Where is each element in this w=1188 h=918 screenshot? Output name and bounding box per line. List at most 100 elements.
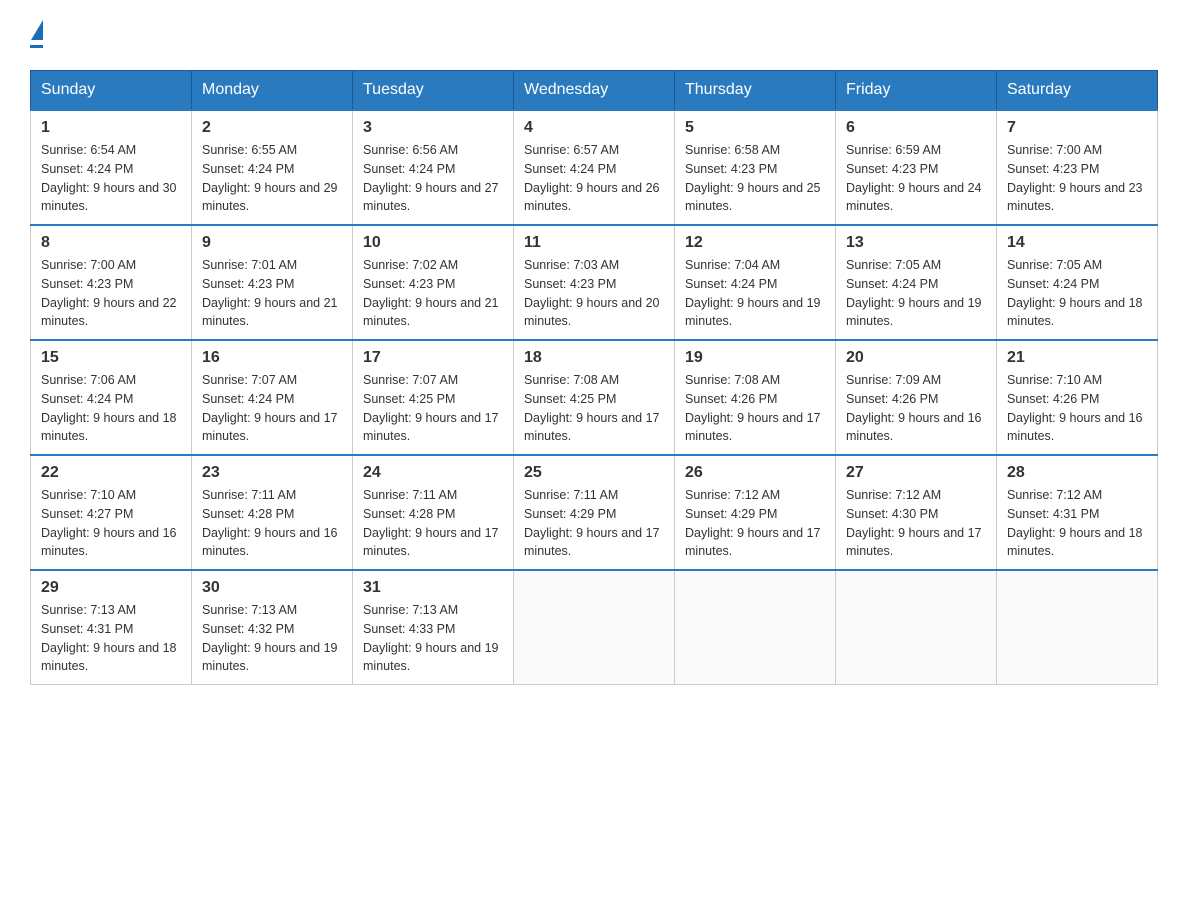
- sunrise-label: Sunrise: 7:11 AM: [202, 488, 296, 502]
- daylight-label: Daylight: 9 hours and 24 minutes.: [846, 181, 982, 214]
- logo: [30, 20, 43, 50]
- table-row: 31 Sunrise: 7:13 AM Sunset: 4:33 PM Dayl…: [353, 570, 514, 685]
- table-row: 7 Sunrise: 7:00 AM Sunset: 4:23 PM Dayli…: [997, 110, 1158, 225]
- table-row: [997, 570, 1158, 685]
- table-row: 28 Sunrise: 7:12 AM Sunset: 4:31 PM Dayl…: [997, 455, 1158, 570]
- col-saturday: Saturday: [997, 71, 1158, 111]
- day-info: Sunrise: 7:02 AM Sunset: 4:23 PM Dayligh…: [363, 256, 503, 331]
- daylight-label: Daylight: 9 hours and 22 minutes.: [41, 296, 177, 329]
- table-row: 6 Sunrise: 6:59 AM Sunset: 4:23 PM Dayli…: [836, 110, 997, 225]
- sunset-label: Sunset: 4:29 PM: [685, 507, 777, 521]
- sunset-label: Sunset: 4:28 PM: [363, 507, 455, 521]
- sunset-label: Sunset: 4:25 PM: [363, 392, 455, 406]
- calendar-week-row: 29 Sunrise: 7:13 AM Sunset: 4:31 PM Dayl…: [31, 570, 1158, 685]
- sunset-label: Sunset: 4:24 PM: [685, 277, 777, 291]
- day-info: Sunrise: 7:12 AM Sunset: 4:31 PM Dayligh…: [1007, 486, 1147, 561]
- day-info: Sunrise: 7:10 AM Sunset: 4:27 PM Dayligh…: [41, 486, 181, 561]
- daylight-label: Daylight: 9 hours and 25 minutes.: [685, 181, 821, 214]
- sunrise-label: Sunrise: 7:13 AM: [363, 603, 458, 617]
- table-row: 18 Sunrise: 7:08 AM Sunset: 4:25 PM Dayl…: [514, 340, 675, 455]
- sunrise-label: Sunrise: 7:01 AM: [202, 258, 297, 272]
- sunset-label: Sunset: 4:32 PM: [202, 622, 294, 636]
- sunset-label: Sunset: 4:31 PM: [41, 622, 133, 636]
- col-sunday: Sunday: [31, 71, 192, 111]
- table-row: [675, 570, 836, 685]
- sunrise-label: Sunrise: 7:00 AM: [41, 258, 136, 272]
- sunrise-label: Sunrise: 7:08 AM: [524, 373, 619, 387]
- sunrise-label: Sunrise: 7:12 AM: [846, 488, 941, 502]
- day-info: Sunrise: 7:10 AM Sunset: 4:26 PM Dayligh…: [1007, 371, 1147, 446]
- day-info: Sunrise: 7:04 AM Sunset: 4:24 PM Dayligh…: [685, 256, 825, 331]
- day-info: Sunrise: 6:54 AM Sunset: 4:24 PM Dayligh…: [41, 141, 181, 216]
- sunrise-label: Sunrise: 7:11 AM: [524, 488, 618, 502]
- sunset-label: Sunset: 4:26 PM: [685, 392, 777, 406]
- day-number: 16: [202, 349, 342, 367]
- table-row: 26 Sunrise: 7:12 AM Sunset: 4:29 PM Dayl…: [675, 455, 836, 570]
- col-tuesday: Tuesday: [353, 71, 514, 111]
- col-monday: Monday: [192, 71, 353, 111]
- table-row: 13 Sunrise: 7:05 AM Sunset: 4:24 PM Dayl…: [836, 225, 997, 340]
- day-info: Sunrise: 7:00 AM Sunset: 4:23 PM Dayligh…: [1007, 141, 1147, 216]
- sunrise-label: Sunrise: 7:12 AM: [1007, 488, 1102, 502]
- daylight-label: Daylight: 9 hours and 16 minutes.: [202, 526, 338, 559]
- day-info: Sunrise: 7:07 AM Sunset: 4:25 PM Dayligh…: [363, 371, 503, 446]
- table-row: 24 Sunrise: 7:11 AM Sunset: 4:28 PM Dayl…: [353, 455, 514, 570]
- day-info: Sunrise: 7:13 AM Sunset: 4:33 PM Dayligh…: [363, 601, 503, 676]
- sunset-label: Sunset: 4:23 PM: [524, 277, 616, 291]
- sunset-label: Sunset: 4:23 PM: [202, 277, 294, 291]
- daylight-label: Daylight: 9 hours and 19 minutes.: [685, 296, 821, 329]
- daylight-label: Daylight: 9 hours and 19 minutes.: [202, 641, 338, 674]
- table-row: 15 Sunrise: 7:06 AM Sunset: 4:24 PM Dayl…: [31, 340, 192, 455]
- sunrise-label: Sunrise: 6:59 AM: [846, 143, 941, 157]
- sunrise-label: Sunrise: 7:04 AM: [685, 258, 780, 272]
- col-wednesday: Wednesday: [514, 71, 675, 111]
- day-number: 4: [524, 119, 664, 137]
- day-info: Sunrise: 7:01 AM Sunset: 4:23 PM Dayligh…: [202, 256, 342, 331]
- sunrise-label: Sunrise: 7:12 AM: [685, 488, 780, 502]
- logo-triangle-icon: [31, 20, 43, 40]
- daylight-label: Daylight: 9 hours and 20 minutes.: [524, 296, 660, 329]
- sunset-label: Sunset: 4:23 PM: [685, 162, 777, 176]
- sunset-label: Sunset: 4:24 PM: [202, 392, 294, 406]
- day-number: 24: [363, 464, 503, 482]
- day-number: 20: [846, 349, 986, 367]
- calendar-week-row: 22 Sunrise: 7:10 AM Sunset: 4:27 PM Dayl…: [31, 455, 1158, 570]
- logo-underline: [30, 45, 43, 48]
- table-row: 9 Sunrise: 7:01 AM Sunset: 4:23 PM Dayli…: [192, 225, 353, 340]
- daylight-label: Daylight: 9 hours and 18 minutes.: [41, 641, 177, 674]
- day-info: Sunrise: 6:57 AM Sunset: 4:24 PM Dayligh…: [524, 141, 664, 216]
- daylight-label: Daylight: 9 hours and 19 minutes.: [846, 296, 982, 329]
- sunrise-label: Sunrise: 7:13 AM: [202, 603, 297, 617]
- daylight-label: Daylight: 9 hours and 17 minutes.: [524, 526, 660, 559]
- sunset-label: Sunset: 4:24 PM: [363, 162, 455, 176]
- day-info: Sunrise: 7:03 AM Sunset: 4:23 PM Dayligh…: [524, 256, 664, 331]
- sunrise-label: Sunrise: 6:57 AM: [524, 143, 619, 157]
- sunrise-label: Sunrise: 7:09 AM: [846, 373, 941, 387]
- calendar-week-row: 8 Sunrise: 7:00 AM Sunset: 4:23 PM Dayli…: [31, 225, 1158, 340]
- table-row: 22 Sunrise: 7:10 AM Sunset: 4:27 PM Dayl…: [31, 455, 192, 570]
- day-info: Sunrise: 7:08 AM Sunset: 4:26 PM Dayligh…: [685, 371, 825, 446]
- day-info: Sunrise: 7:12 AM Sunset: 4:30 PM Dayligh…: [846, 486, 986, 561]
- table-row: 20 Sunrise: 7:09 AM Sunset: 4:26 PM Dayl…: [836, 340, 997, 455]
- col-thursday: Thursday: [675, 71, 836, 111]
- daylight-label: Daylight: 9 hours and 16 minutes.: [1007, 411, 1143, 444]
- day-number: 22: [41, 464, 181, 482]
- sunset-label: Sunset: 4:24 PM: [202, 162, 294, 176]
- day-info: Sunrise: 6:56 AM Sunset: 4:24 PM Dayligh…: [363, 141, 503, 216]
- table-row: 16 Sunrise: 7:07 AM Sunset: 4:24 PM Dayl…: [192, 340, 353, 455]
- day-number: 5: [685, 119, 825, 137]
- sunrise-label: Sunrise: 7:02 AM: [363, 258, 458, 272]
- daylight-label: Daylight: 9 hours and 16 minutes.: [41, 526, 177, 559]
- sunset-label: Sunset: 4:26 PM: [846, 392, 938, 406]
- day-info: Sunrise: 7:13 AM Sunset: 4:32 PM Dayligh…: [202, 601, 342, 676]
- day-info: Sunrise: 7:13 AM Sunset: 4:31 PM Dayligh…: [41, 601, 181, 676]
- daylight-label: Daylight: 9 hours and 17 minutes.: [685, 411, 821, 444]
- sunrise-label: Sunrise: 7:13 AM: [41, 603, 136, 617]
- day-number: 14: [1007, 234, 1147, 252]
- table-row: 11 Sunrise: 7:03 AM Sunset: 4:23 PM Dayl…: [514, 225, 675, 340]
- day-number: 19: [685, 349, 825, 367]
- day-number: 21: [1007, 349, 1147, 367]
- day-number: 7: [1007, 119, 1147, 137]
- day-info: Sunrise: 6:55 AM Sunset: 4:24 PM Dayligh…: [202, 141, 342, 216]
- daylight-label: Daylight: 9 hours and 27 minutes.: [363, 181, 499, 214]
